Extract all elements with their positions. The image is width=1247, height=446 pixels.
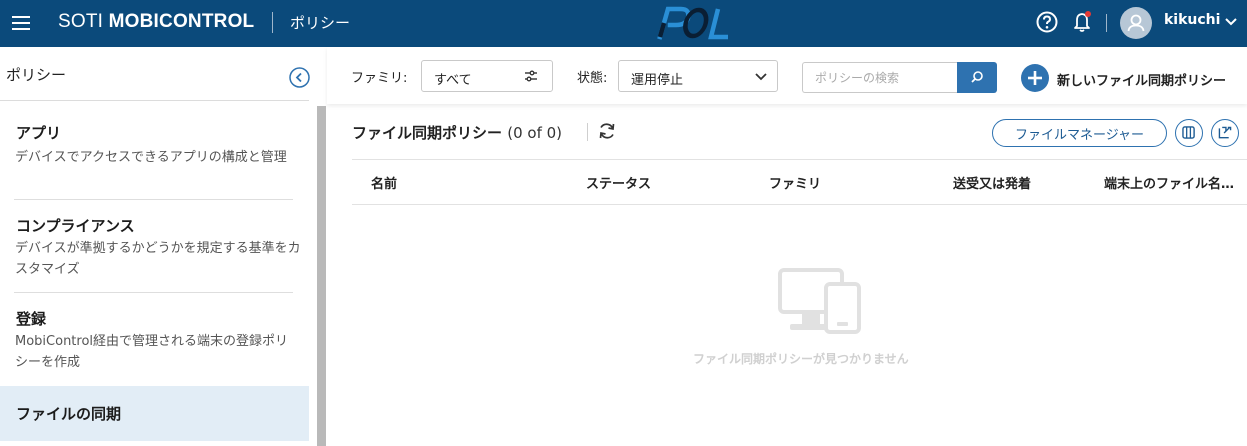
export-icon (1218, 126, 1232, 139)
search-field (802, 62, 958, 93)
sidebar-item-compliance[interactable]: コンプライアンス デバイスが準拠するかどうかを規定する基準をカスタマイズ (0, 200, 309, 293)
menu-icon[interactable] (10, 12, 32, 34)
columns-icon (1182, 126, 1195, 139)
sidebar-item-title: 登録 (16, 310, 47, 328)
sidebar-item-title: アプリ (16, 124, 62, 142)
username[interactable]: kikuchi (1164, 12, 1220, 28)
header-divider (1106, 14, 1107, 32)
plus-icon (1021, 64, 1049, 92)
family-filter-select[interactable]: すべて (421, 60, 553, 92)
sidebar-item-desc: MobiControl経由で管理される端末の登録ポリシーを作成 (15, 334, 289, 370)
table-header-border (352, 159, 1247, 160)
avatar[interactable] (1120, 7, 1152, 39)
notification-bell-icon[interactable] (1071, 9, 1095, 33)
family-filter-value: すべて (434, 73, 472, 88)
section-title: ポリシー (290, 14, 351, 32)
sidebar-item-title: ファイルの同期 (16, 405, 122, 423)
brand-bold-text: MOBICONTROL (108, 11, 255, 32)
sidebar-item-desc: デバイスでアクセスできるアプリの構成と管理 (15, 150, 287, 165)
chevron-down-icon[interactable] (1224, 17, 1238, 27)
sidebar-item-title: コンプライアンス (16, 217, 135, 235)
filter-bar: ファミリ: すべて 状態: 運用停止 新しいファイル同期ポリシー (327, 47, 1247, 104)
sidebar-item-desc: デバイスが準拠するかどうかを規定する基準をカスタマイズ (15, 241, 301, 277)
search-icon (971, 71, 983, 83)
column-header-status[interactable]: ステータス (586, 173, 651, 192)
file-manager-button[interactable]: ファイルマネージャー (992, 119, 1167, 147)
sidebar-item-apps[interactable]: アプリ デバイスでアクセスできるアプリの構成と管理 (0, 107, 309, 200)
sidebar-item-enrollment[interactable]: 登録 MobiControl経由で管理される端末の登録ポリシーを作成 (0, 293, 309, 386)
user-icon (1127, 14, 1145, 32)
title-divider (587, 123, 588, 141)
column-header-family[interactable]: ファミリ (769, 173, 821, 192)
column-header-device-filename[interactable]: 端末上のファイル名… (1104, 173, 1234, 192)
filter-settings-icon (525, 70, 537, 82)
search-button[interactable] (957, 62, 997, 93)
brand-logo[interactable]: SOTI MOBICONTROL (58, 11, 254, 33)
family-filter-label: ファミリ: (351, 71, 408, 86)
chevron-down-icon (755, 73, 767, 81)
export-button[interactable] (1211, 119, 1239, 147)
table-header-border (352, 204, 1247, 205)
devices-icon (778, 268, 861, 334)
search-input[interactable] (803, 63, 943, 92)
status-filter-select[interactable]: 運用停止 (618, 60, 778, 92)
sidebar-divider (0, 100, 309, 101)
help-icon[interactable] (1036, 11, 1058, 33)
list-count: (0 of 0) (507, 124, 563, 142)
column-header-direction[interactable]: 送受又は発着 (953, 173, 1031, 192)
collapse-left-icon[interactable] (289, 67, 310, 88)
brand-light-text: SOTI (58, 11, 109, 32)
top-bar: SOTI MOBICONTROL ポリシー kikuchi (0, 0, 1247, 47)
sidebar-title: ポリシー (6, 66, 67, 84)
status-filter-value: 運用停止 (631, 73, 684, 88)
list-title-text: ファイル同期ポリシー (352, 124, 503, 142)
empty-state-message: ファイル同期ポリシーが見つかりません (693, 352, 909, 366)
sidebar-scrollbar[interactable] (317, 106, 326, 446)
column-header-name[interactable]: 名前 (371, 173, 397, 192)
columns-button[interactable] (1175, 119, 1203, 147)
page-title: ファイル同期ポリシー (0 of 0) (352, 122, 562, 143)
new-file-sync-policy-label: 新しいファイル同期ポリシー (1057, 74, 1227, 89)
sidebar: ポリシー アプリ デバイスでアクセスできるアプリの構成と管理 コンプライアンス … (0, 47, 327, 446)
refresh-icon[interactable] (597, 121, 617, 141)
status-filter-label: 状態: (577, 71, 608, 86)
sidebar-item-file-sync[interactable]: ファイルの同期 (0, 386, 309, 441)
header-divider (272, 12, 273, 33)
pol-logo-icon (657, 6, 728, 40)
